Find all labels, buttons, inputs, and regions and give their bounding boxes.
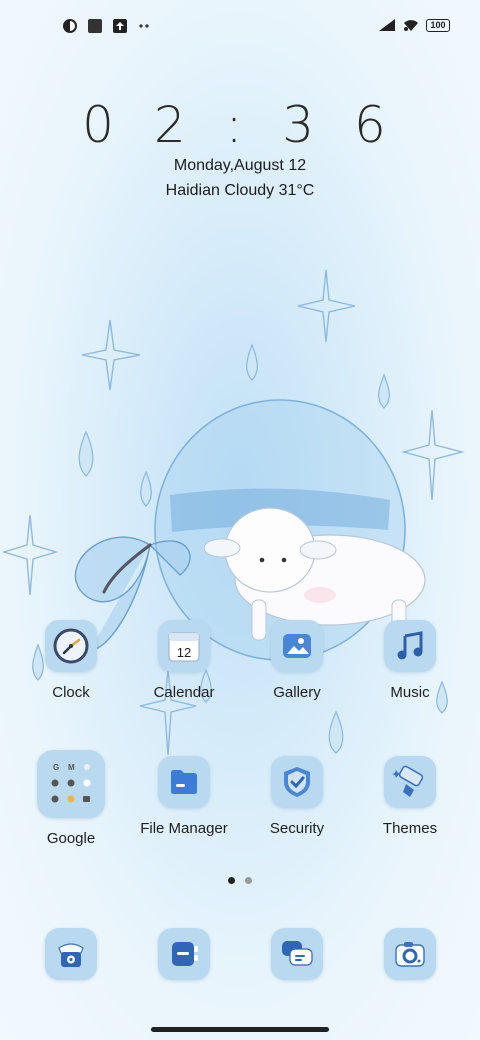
clock-date: Monday,August 12 — [173, 157, 307, 174]
square-notification-icon — [88, 19, 102, 33]
weather-summary[interactable]: Haidian Cloudy 31°C — [0, 182, 480, 200]
clock-time[interactable]: 0 2 : 3 6 — [0, 96, 480, 154]
wifi-icon — [404, 20, 418, 31]
raindrop-icon — [78, 430, 94, 477]
app-clock[interactable]: Clock — [15, 620, 127, 701]
app-gallery[interactable]: Gallery — [241, 620, 353, 701]
app-label: Calendar — [153, 684, 215, 701]
status-bar: 100 — [0, 14, 480, 42]
svg-text:G: G — [53, 763, 59, 772]
calendar-icon: 12 — [158, 620, 210, 672]
status-left — [62, 18, 153, 34]
sparkle-icon — [401, 409, 465, 501]
upload-icon — [113, 19, 127, 33]
raindrop-icon — [246, 343, 258, 381]
signal-icon — [379, 19, 395, 31]
app-label: Music — [390, 684, 430, 701]
raindrop-icon — [328, 710, 344, 754]
app-notification-icon — [63, 19, 77, 33]
music-icon — [384, 620, 436, 672]
app-file-manager[interactable]: File Manager — [128, 756, 240, 837]
app-security[interactable]: Security — [241, 756, 353, 837]
clock-icon — [45, 620, 97, 672]
app-calendar[interactable]: 12 Calendar — [128, 620, 240, 701]
sparkle-icon — [1, 514, 59, 596]
app-google-folder[interactable]: GM Google — [15, 750, 127, 847]
app-label: Security — [269, 820, 325, 837]
phone-icon — [45, 928, 97, 980]
gallery-icon — [271, 620, 323, 672]
contacts-icon — [158, 928, 210, 980]
raindrop-icon — [378, 373, 390, 409]
status-right: 100 — [378, 18, 450, 32]
google-folder-icon: GM — [37, 750, 105, 818]
dock-messages[interactable] — [241, 928, 353, 980]
camera-icon — [384, 928, 436, 980]
raindrop-icon — [140, 470, 152, 507]
more-dots-icon — [139, 24, 149, 28]
sparkle-icon — [297, 269, 356, 343]
app-label: Themes — [382, 820, 438, 837]
app-label: Google — [46, 830, 96, 847]
page-indicator[interactable] — [0, 877, 480, 884]
calendar-badge: 12 — [177, 645, 191, 660]
dock-contacts[interactable] — [128, 928, 240, 980]
home-indicator-bar[interactable] — [151, 1027, 329, 1032]
file-manager-icon — [158, 756, 210, 808]
sparkle-icon — [81, 319, 141, 391]
messages-icon — [271, 928, 323, 980]
battery-icon: 100 — [426, 18, 450, 32]
page-dot-active[interactable] — [228, 877, 235, 884]
themes-brush-icon — [384, 756, 436, 808]
app-label: Gallery — [273, 684, 321, 701]
dock-camera[interactable] — [354, 928, 466, 980]
app-themes[interactable]: Themes — [354, 756, 466, 837]
app-label: Clock — [52, 684, 90, 701]
security-shield-icon — [271, 756, 323, 808]
page-dot[interactable] — [245, 877, 252, 884]
dock-phone[interactable] — [15, 928, 127, 980]
app-label: File Manager — [140, 820, 228, 837]
svg-text:M: M — [68, 763, 75, 772]
app-music[interactable]: Music — [354, 620, 466, 701]
